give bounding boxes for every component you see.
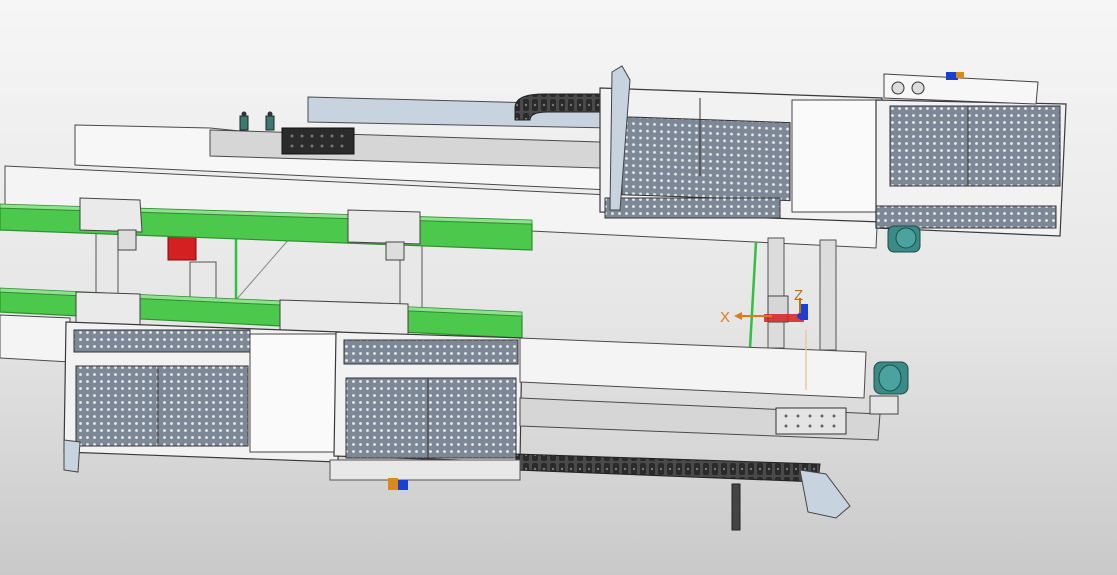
x-axis-label: X bbox=[720, 309, 730, 326]
upper-sensors[interactable] bbox=[239, 111, 275, 131]
upper-carriage-block[interactable] bbox=[281, 127, 355, 155]
lower-pallet-station-1[interactable] bbox=[63, 321, 341, 473]
red-cylinder-part[interactable] bbox=[167, 235, 197, 261]
lower-left-frame[interactable] bbox=[0, 314, 71, 363]
lower-bracket-foot[interactable] bbox=[799, 469, 851, 519]
lower-frame-plate[interactable] bbox=[519, 337, 867, 399]
lower-motor[interactable] bbox=[869, 361, 909, 415]
upper-pallet-station-1[interactable] bbox=[599, 65, 883, 223]
lower-drag-chain[interactable] bbox=[515, 453, 821, 483]
conveyor-assembly-model[interactable]: X Z bbox=[0, 0, 1117, 575]
x-axis-arrow bbox=[734, 312, 742, 320]
lower-carriage-block[interactable] bbox=[775, 407, 847, 435]
upper-pallet-station-2[interactable] bbox=[875, 72, 1067, 237]
triad-origin bbox=[797, 313, 803, 319]
lower-pallet-station-2[interactable] bbox=[333, 331, 523, 463]
z-axis-label: Z bbox=[794, 287, 803, 304]
upper-motor[interactable] bbox=[887, 225, 921, 253]
cad-3d-viewport[interactable]: X Z bbox=[0, 0, 1117, 575]
